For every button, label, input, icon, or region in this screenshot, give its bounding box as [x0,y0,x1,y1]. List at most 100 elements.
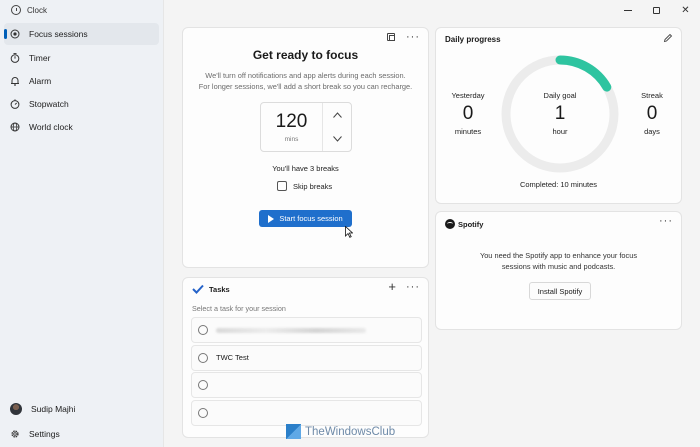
daily-goal-unit: hour [552,127,568,136]
task-list: TWC Test [191,317,422,428]
start-focus-label: Start focus session [279,214,343,223]
todo-check-icon [192,284,204,294]
app-title-bar: Clock [11,5,47,15]
settings-label: Settings [29,429,60,439]
task-label: TWC Test [216,353,249,363]
sidebar-item-focus-sessions[interactable]: Focus sessions [4,23,159,46]
focus-card-tools: ··· [387,32,420,43]
task-radio[interactable] [198,408,208,419]
yesterday-label: Yesterday [451,91,485,100]
sidebar-item-alarm[interactable]: Alarm [4,70,159,92]
more-options-icon[interactable]: ··· [406,282,420,293]
focus-title: Get ready to focus [252,48,359,62]
skip-breaks-checkbox[interactable] [277,181,287,191]
increase-button[interactable] [323,103,351,127]
completed-text: Completed: 10 minutes [519,180,598,189]
task-radio[interactable] [198,352,208,363]
sidebar-item-label: Focus sessions [29,29,88,40]
tasks-card-tools: + ··· [388,280,420,293]
close-icon: ✕ [681,4,690,16]
mouse-cursor-icon [345,226,353,238]
tasks-card: Tasks + ··· Select a task for your sessi… [182,277,429,438]
sidebar-item-label: Timer [29,52,51,63]
sidebar-item-world-clock[interactable]: World clock [4,116,159,138]
add-task-icon[interactable]: + [388,280,396,293]
globe-icon [10,122,20,132]
user-name: Sudip Majhi [31,404,76,414]
minutes-value-box[interactable]: 120 mins [261,103,323,151]
more-options-icon[interactable]: ··· [659,216,673,227]
spotify-message-line: You need the Spotify app to enhance your… [479,251,638,260]
settings-button[interactable]: Settings [4,423,159,445]
watermark-logo-icon [286,424,301,439]
daily-progress-title: Daily progress [445,35,501,44]
window-controls: ✕ [613,0,700,20]
yesterday-unit: minutes [454,127,482,136]
minutes-stepper[interactable]: 120 mins [260,102,352,152]
streak-unit: days [644,127,660,136]
gear-icon [10,429,20,439]
alarm-icon [10,76,20,86]
maximize-button[interactable] [642,0,671,20]
focus-session-card: ··· Get ready to focus We'll turn off no… [182,27,429,268]
daily-goal-stat: Daily goal 1 hour [531,91,589,136]
skip-breaks-row[interactable]: Skip breaks [277,181,332,191]
spotify-logo-icon [445,219,455,229]
chevron-up-icon [332,112,342,118]
sidebar-item-label: Stopwatch [29,99,69,110]
yesterday-value: 0 [462,103,474,124]
watermark: TheWindowsClub [286,424,395,439]
minimize-button[interactable] [613,0,642,20]
edit-icon[interactable] [663,33,673,43]
sidebar: Clock Focus sessions Timer Alarm Stopwat… [0,0,163,447]
minutes-value: 120 [275,110,308,132]
chevron-down-icon [332,136,342,142]
daily-progress-card: Daily progress Yesterday 0 minutes Daily… [435,27,682,204]
decrease-button[interactable] [323,127,351,151]
streak-stat: Streak 0 days [632,91,672,136]
task-item[interactable] [191,400,422,427]
nav-list: Focus sessions Timer Alarm Stopwatch Wor… [0,22,163,140]
task-item[interactable] [191,372,422,399]
maximize-icon [653,6,660,14]
breaks-text: You'll have 3 breaks [272,164,339,173]
install-spotify-button[interactable]: Install Spotify [529,282,591,300]
sidebar-item-label: Alarm [29,75,52,86]
sidebar-item-stopwatch[interactable]: Stopwatch [4,93,159,115]
close-button[interactable]: ✕ [671,0,700,20]
blurred-task-label [216,327,366,333]
task-radio[interactable] [198,325,208,335]
daily-goal-label: Daily goal [543,91,577,100]
streak-label: Streak [641,91,663,100]
focus-icon [10,29,20,39]
tasks-title: Tasks [209,284,230,294]
start-focus-button[interactable]: Start focus session [259,210,352,227]
focus-description-line: We'll turn off notifications and app ale… [205,71,406,80]
main-content: ··· Get ready to focus We'll turn off no… [163,0,700,447]
task-item[interactable]: TWC Test [191,344,422,371]
user-account[interactable]: Sudip Majhi [4,398,159,420]
spotify-card-tools: ··· [659,216,673,227]
spotify-message: You need the Spotify app to enhance your… [436,250,681,272]
timer-icon [10,52,20,63]
sidebar-item-label: World clock [29,122,73,133]
watermark-text: TheWindowsClub [305,425,396,438]
spotify-brand: Spotify [458,219,484,229]
spotify-card: Spotify ··· You need the Spotify app to … [435,211,682,330]
stepper-arrows [323,103,351,151]
minimize-icon [623,9,632,11]
avatar [10,403,22,415]
focus-description-line: For longer sessions, we'll add a short b… [198,82,413,91]
spotify-header: Spotify [445,219,483,229]
minutes-unit: mins [284,135,299,143]
task-radio[interactable] [198,380,208,391]
task-item[interactable] [191,317,422,343]
clock-icon [11,5,21,15]
yesterday-stat: Yesterday 0 minutes [445,91,491,136]
spotify-message-line: sessions with music and podcasts. [501,262,616,271]
more-options-icon[interactable]: ··· [406,32,420,43]
compact-mode-icon[interactable] [387,33,395,41]
sidebar-item-timer[interactable]: Timer [4,47,159,69]
app-title: Clock [27,5,48,15]
tasks-hint: Select a task for your session [192,304,286,313]
